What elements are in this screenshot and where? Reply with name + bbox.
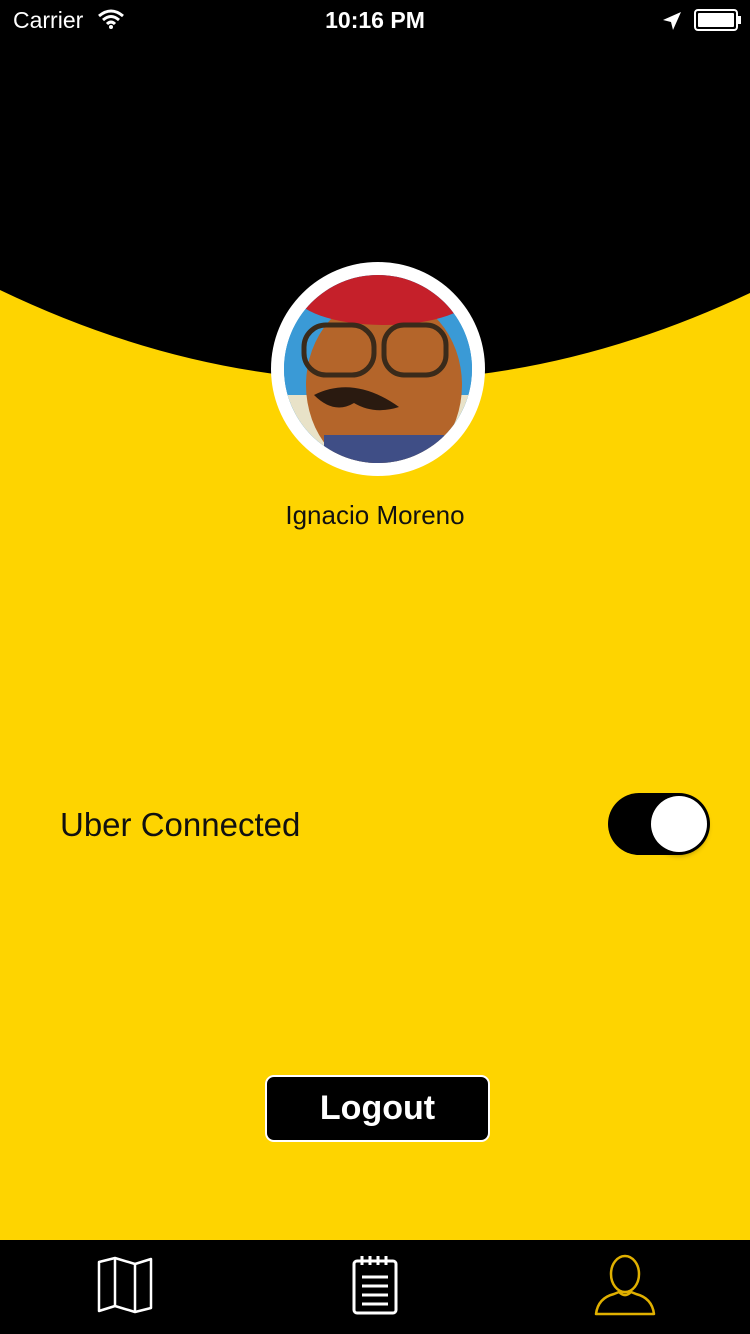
avatar-image [284,275,472,463]
toggle-knob [651,796,707,852]
tab-map[interactable] [0,1240,250,1334]
profile-name: Ignacio Moreno [285,500,465,530]
map-icon [97,1256,153,1319]
battery-icon [694,9,742,37]
profile-icon [594,1254,656,1321]
avatar[interactable] [271,262,485,476]
tab-profile[interactable] [500,1240,750,1334]
location-arrow-icon [662,10,682,37]
status-bar: Carrier 10:16 PM [0,0,750,40]
uber-connected-toggle[interactable] [608,793,710,855]
notepad-icon [351,1255,399,1320]
tab-bar [0,1240,750,1334]
tab-notes[interactable] [250,1240,500,1334]
uber-connected-label: Uber Connected [60,806,301,843]
logout-button[interactable]: Logout [265,1075,490,1142]
status-time: 10:16 PM [325,7,425,33]
